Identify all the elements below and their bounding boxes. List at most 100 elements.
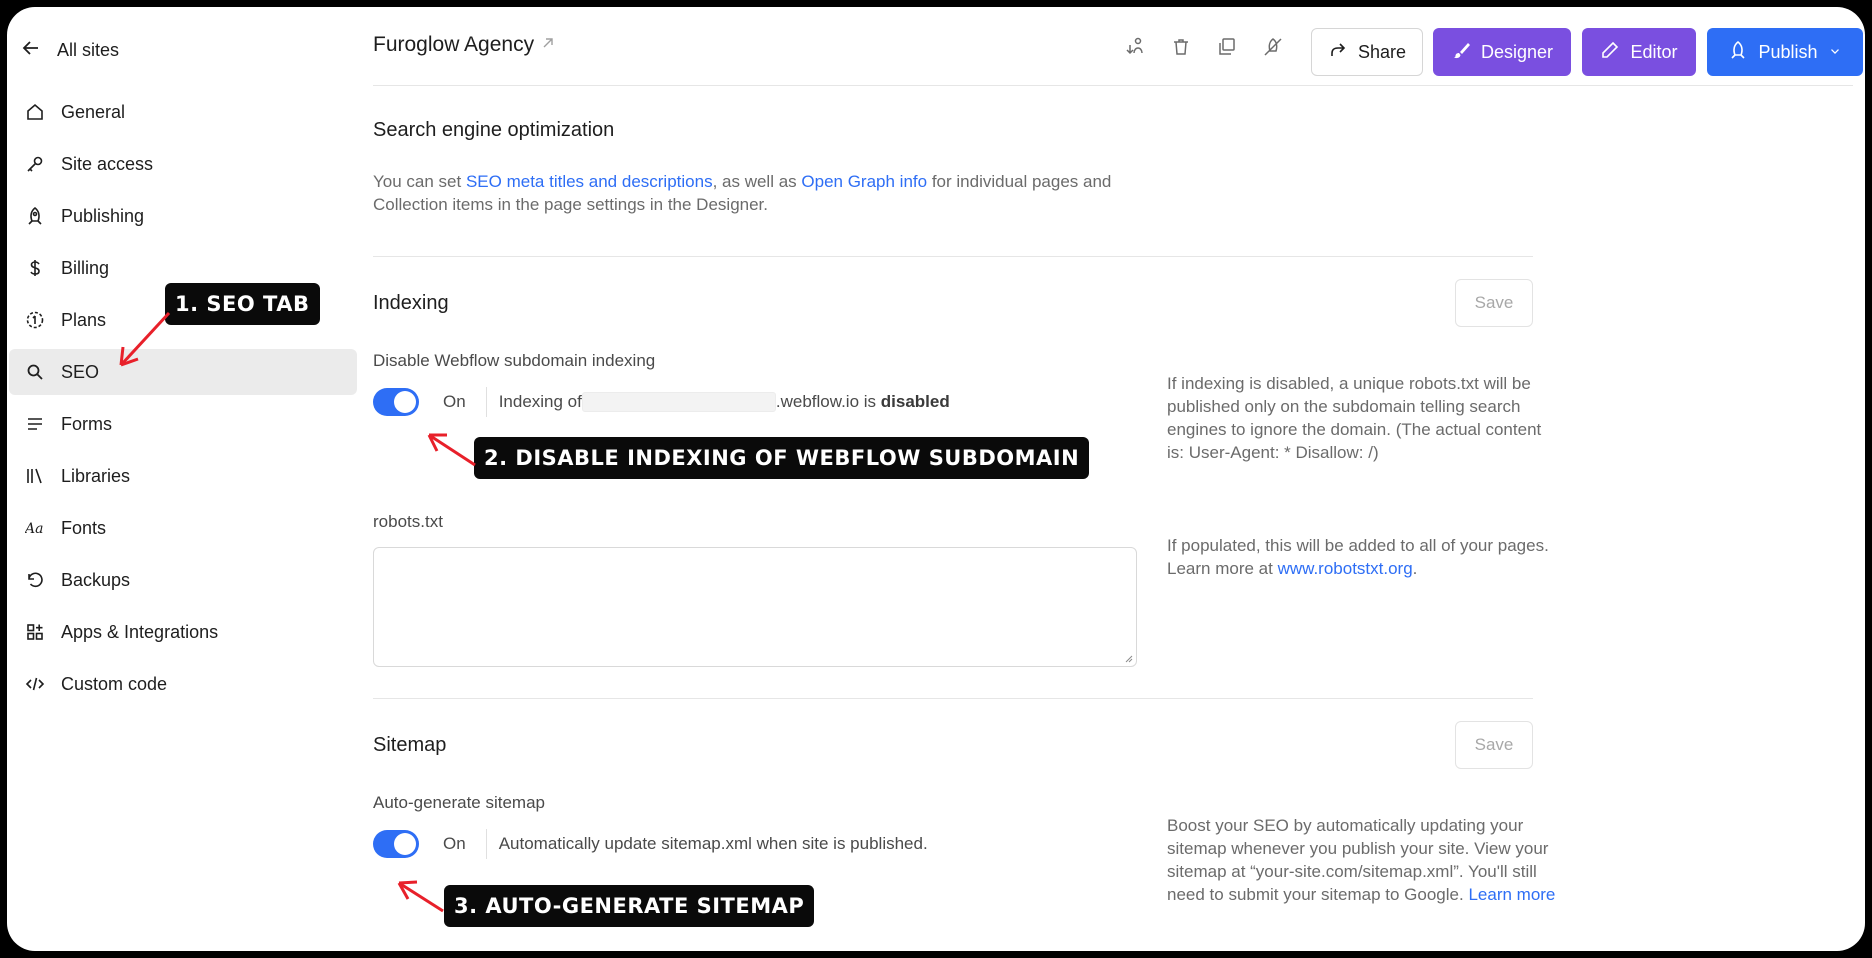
site-title: Furoglow Agency [373, 33, 535, 56]
indexing-note: If indexing is disabled, a unique robots… [1167, 374, 1542, 462]
toolbar-icons [1123, 35, 1285, 59]
robotstxt-link[interactable]: www.robotstxt.org [1278, 559, 1413, 578]
sitemap-toggle-row: On Automatically update sitemap.xml when… [373, 827, 928, 861]
robots-textarea[interactable] [373, 547, 1137, 667]
sidebar-item-label: Libraries [61, 465, 131, 486]
sidebar-item-label: Custom code [61, 673, 168, 694]
code-icon [23, 672, 47, 696]
designer-button[interactable]: Designer [1433, 28, 1571, 76]
indexing-toggle[interactable] [373, 388, 419, 416]
rocket-icon [23, 204, 47, 228]
sidebar-item-label: Forms [61, 413, 112, 434]
publish-button[interactable]: Publish [1707, 28, 1863, 76]
indexing-title: Indexing [373, 292, 449, 314]
sidebar-item-libraries[interactable]: Libraries [9, 453, 357, 499]
back-to-all-sites-link[interactable]: All sites [21, 33, 119, 67]
sidebar-item-label: Publishing [61, 205, 145, 226]
sidebar-item-publishing[interactable]: Publishing [9, 193, 357, 239]
sidebar-item-label: Apps & Integrations [61, 621, 219, 642]
duplicate-icon[interactable] [1215, 35, 1239, 59]
dollar-icon [23, 256, 47, 280]
indexing-status-domain: .webflow.io is [775, 391, 877, 411]
share-icon [1328, 40, 1348, 65]
seo-meta-link[interactable]: SEO meta titles and descriptions [466, 172, 713, 191]
top-bar: Furoglow Agency Share Designer Editor Pu… [373, 21, 1863, 76]
pencil-icon [1600, 40, 1620, 65]
app-window: All sites General Site access Publishing… [7, 7, 1865, 951]
sidebar-item-label: Plans [61, 309, 107, 330]
site-title-link[interactable]: Furoglow Agency [373, 33, 556, 57]
sidebar-item-custom-code[interactable]: Custom code [9, 661, 357, 707]
annotation-disable-indexing: 2. DISABLE INDEXING OF WEBFLOW SUBDOMAIN [474, 437, 1090, 479]
top-divider [373, 85, 1853, 86]
sidebar-item-label: Backups [61, 569, 131, 590]
redacted-subdomain [581, 392, 776, 413]
key-icon [23, 152, 47, 176]
sitemap-save-button[interactable]: Save [1455, 721, 1533, 769]
indexing-status-value: disabled [880, 391, 950, 411]
sidebar-item-forms[interactable]: Forms [9, 401, 357, 447]
transfer-icon[interactable] [1123, 35, 1147, 59]
resize-grip-icon[interactable] [1123, 653, 1133, 663]
open-graph-link[interactable]: Open Graph info [801, 172, 927, 191]
rocket-icon [1728, 40, 1748, 65]
annotation-arrow [119, 311, 171, 367]
forms-icon [23, 412, 47, 436]
fonts-icon: Aa [23, 516, 47, 540]
backups-icon [23, 568, 47, 592]
svg-text:Aa: Aa [25, 521, 43, 537]
sidebar-item-apps-integrations[interactable]: Apps & Integrations [9, 609, 357, 655]
unpublish-icon[interactable] [1261, 35, 1285, 59]
sidebar-item-backups[interactable]: Backups [9, 557, 357, 603]
seo-title: Search engine optimization [373, 119, 615, 141]
seo-section: Search engine optimization You can set S… [373, 119, 1273, 216]
sitemap-toggle-label: Auto-generate sitemap [373, 793, 545, 812]
divider [373, 256, 1533, 257]
indexing-toggle-row: On Indexing of .webflow.io is disabled [373, 385, 950, 419]
sidebar: All sites General Site access Publishing… [7, 7, 357, 951]
sidebar-item-label: SEO [61, 361, 100, 382]
seo-description: You can set SEO meta titles and descript… [373, 170, 1153, 216]
designer-label: Designer [1480, 41, 1554, 62]
libraries-icon [23, 464, 47, 488]
indexing-toggle-state: On [443, 392, 466, 411]
indexing-toggle-label: Disable Webflow subdomain indexing [373, 351, 656, 370]
editor-label: Editor [1630, 41, 1678, 62]
share-button[interactable]: Share [1311, 28, 1423, 76]
sidebar-item-fonts[interactable]: Aa Fonts [9, 505, 357, 551]
sidebar-item-site-access[interactable]: Site access [9, 141, 357, 187]
plans-icon [23, 308, 47, 332]
annotation-seo-tab: 1. SEO TAB [165, 283, 320, 325]
seo-text-mid: , as well as [712, 172, 802, 191]
external-link-icon [540, 33, 556, 57]
apps-icon [23, 620, 47, 644]
learn-more-link[interactable]: Learn more [1468, 885, 1555, 904]
divider [485, 387, 487, 417]
sidebar-item-label: Fonts [61, 517, 107, 538]
robots-note: If populated, this will be added to all … [1167, 534, 1557, 580]
divider [373, 698, 1533, 699]
robots-label: robots.txt [373, 512, 443, 531]
sitemap-toggle[interactable] [373, 830, 419, 858]
back-label: All sites [57, 39, 120, 60]
sitemap-title: Sitemap [373, 734, 447, 756]
seo-text-prefix: You can set [373, 172, 466, 191]
annotation-auto-generate-sitemap: 3. AUTO-GENERATE SITEMAP [444, 885, 815, 927]
indexing-save-button[interactable]: Save [1455, 279, 1533, 327]
search-icon [23, 360, 47, 384]
sitemap-toggle-state: On [443, 834, 466, 853]
sidebar-item-general[interactable]: General [9, 89, 357, 135]
robots-note-suffix: . [1412, 559, 1418, 578]
sitemap-status: Automatically update sitemap.xml when si… [498, 834, 928, 853]
sidebar-item-label: Billing [61, 257, 110, 278]
share-label: Share [1357, 41, 1407, 62]
arrow-left-icon [21, 38, 41, 63]
divider [485, 829, 487, 859]
home-icon [23, 100, 47, 124]
sidebar-item-label: General [61, 101, 126, 122]
trash-icon[interactable] [1169, 35, 1193, 59]
indexing-status-prefix: Indexing of [498, 391, 582, 411]
publish-label: Publish [1758, 41, 1818, 62]
editor-button[interactable]: Editor [1582, 28, 1696, 76]
sidebar-item-label: Site access [61, 153, 154, 174]
